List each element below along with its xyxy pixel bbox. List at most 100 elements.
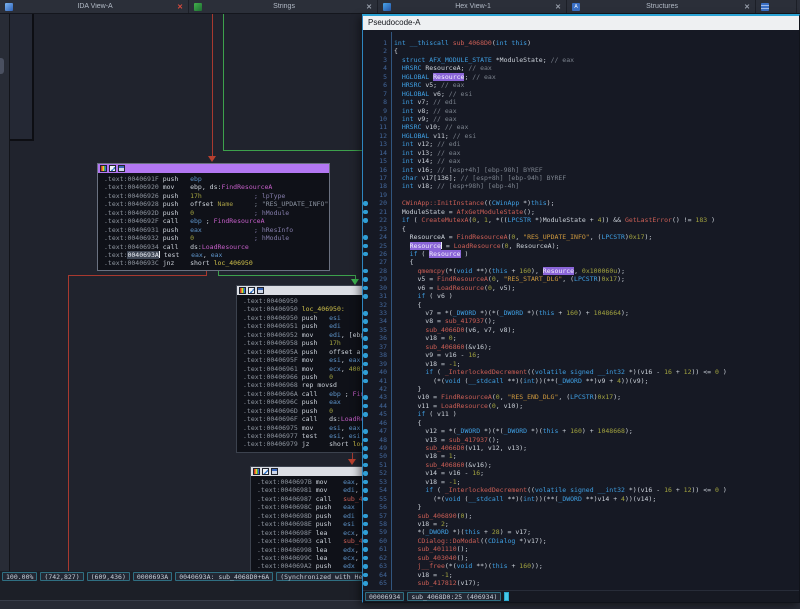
- pseudocode-line[interactable]: 11 HRSRC v10; // eax: [363, 123, 799, 131]
- pseudocode-line[interactable]: 6 HRSRC v5; // eax: [363, 81, 799, 89]
- asm-line[interactable]: .text:00406926 push 17h; lpType: [104, 192, 329, 200]
- pseudocode-line[interactable]: 17 char v17[136]; // [esp+8h] [ebp-94h] …: [363, 174, 799, 182]
- node-color-icon[interactable]: [100, 165, 107, 172]
- pseudocode-line[interactable]: 22 if ( CreateMutexA(0, 1, *((LPCSTR *)M…: [363, 216, 799, 224]
- close-icon[interactable]: ✕: [744, 3, 750, 11]
- node-edit-icon[interactable]: [248, 287, 255, 294]
- pseudocode-line[interactable]: 1int __thiscall sub_4068D0(int this): [363, 39, 799, 47]
- pseudocode-line[interactable]: 28 qmemcpy(*(void **)(this + 160), Resou…: [363, 267, 799, 275]
- pseudocode-line[interactable]: 30 v6 = LoadResource(0, v5);: [363, 284, 799, 292]
- node-window-icon[interactable]: [271, 468, 278, 475]
- pseudocode-line[interactable]: 10 int v9; // eax: [363, 115, 799, 123]
- tab-structures[interactable]: AStructures✕: [567, 0, 756, 13]
- pseudocode-line[interactable]: 37 sub_406860(&v16);: [363, 343, 799, 351]
- tab-strings[interactable]: Strings✕: [189, 0, 378, 13]
- pseudocode-line[interactable]: 31 if ( v6 ): [363, 292, 799, 300]
- close-icon[interactable]: ✕: [177, 3, 183, 11]
- pseudocode-line[interactable]: 14 int v13; // eax: [363, 149, 799, 157]
- pseudocode-line[interactable]: 57 sub_406890(0);: [363, 512, 799, 520]
- tab-ida-view-a[interactable]: IDA View-A✕: [0, 0, 189, 13]
- pseudocode-line[interactable]: 33 v7 = *(_DWORD *)(*(_DWORD *)(this + 1…: [363, 309, 799, 317]
- pseudocode-line[interactable]: 53 v18 = -1;: [363, 478, 799, 486]
- line-number: 45: [369, 410, 387, 418]
- pseudocode-line[interactable]: 24 ResourceA = FindResourceA(0, "RES_UPD…: [363, 233, 799, 241]
- pseudocode-line[interactable]: 46 {: [363, 419, 799, 427]
- pseudocode-line[interactable]: 18 int v18; // [esp+98h] [ebp-4h]: [363, 182, 799, 190]
- node-window-icon[interactable]: [257, 287, 264, 294]
- close-icon[interactable]: ✕: [555, 3, 561, 11]
- pseudocode-line[interactable]: 41 (*(void (__stdcall **)(int))(**(_DWOR…: [363, 377, 799, 385]
- pseudocode-line[interactable]: 19: [363, 191, 799, 199]
- pseudocode-line[interactable]: 47 v12 = *(_DWORD *)(*(_DWORD *)(this + …: [363, 427, 799, 435]
- pseudocode-line[interactable]: 38 v9 = v16 - 16;: [363, 351, 799, 359]
- pseudocode-line[interactable]: 5 HGLOBAL Resource; // eax: [363, 73, 799, 81]
- pseudocode-line[interactable]: 34 v8 = sub_417937();: [363, 317, 799, 325]
- pseudocode-line[interactable]: 50 v18 = 1;: [363, 452, 799, 460]
- pseudocode-line[interactable]: 59 *(_DWORD *)(this + 28) = v17;: [363, 528, 799, 536]
- pseudocode-line[interactable]: 56 }: [363, 503, 799, 511]
- pseudocode-line[interactable]: 43 v10 = FindResourceA(0, "RES_END_DLG",…: [363, 393, 799, 401]
- pseudocode-line[interactable]: 8 int v7; // edi: [363, 98, 799, 106]
- node-edit-icon[interactable]: [109, 165, 116, 172]
- panel-grip-handle[interactable]: [0, 58, 4, 74]
- pseudocode-title[interactable]: Pseudocode-A: [363, 16, 799, 30]
- pseudocode-line[interactable]: 60 CDialog::DoModal((CDialog *)v17);: [363, 537, 799, 545]
- node-color-icon[interactable]: [253, 468, 260, 475]
- pseudocode-line[interactable]: 3 struct AFX_MODULE_STATE *ModuleState; …: [363, 56, 799, 64]
- node-window-icon[interactable]: [118, 165, 125, 172]
- pseudocode-line[interactable]: 61 sub_401110();: [363, 545, 799, 553]
- asm-line[interactable]: .text:00406928 push offset Name; "RES_UP…: [104, 200, 329, 208]
- pseudocode-line[interactable]: 25 Resource = LoadResource(0, ResourceA)…: [363, 242, 799, 250]
- pseudocode-line[interactable]: 48 v13 = sub_417937();: [363, 436, 799, 444]
- pseudocode-line[interactable]: 9 int v8; // eax: [363, 107, 799, 115]
- pseudocode-line[interactable]: 39 v18 = -1;: [363, 360, 799, 368]
- asm-line[interactable]: .text:0040693C jnz short loc_406950: [104, 259, 329, 267]
- pseudocode-line[interactable]: 35 sub_4066D0(v6, v7, v8);: [363, 326, 799, 334]
- pseudocode-line[interactable]: 23 {: [363, 225, 799, 233]
- pseudocode-line[interactable]: 42 }: [363, 385, 799, 393]
- asm-line[interactable]: .text:0040691F push ebp: [104, 175, 329, 183]
- asm-line[interactable]: .text:00406920 mov ebp, ds:FindResourceA: [104, 183, 329, 191]
- asm-line[interactable]: .text:0040692D push 0; hModule: [104, 209, 329, 217]
- pseudocode-line[interactable]: 44 v11 = LoadResource(0, v10);: [363, 402, 799, 410]
- pseudocode-line[interactable]: 21 ModuleState = AfxGetModuleState();: [363, 208, 799, 216]
- pseudocode-line[interactable]: 29 v5 = FindResourceA(0, "RES_START_DLG"…: [363, 275, 799, 283]
- pseudocode-line[interactable]: 62 sub_403040();: [363, 554, 799, 562]
- pseudocode-line[interactable]: 15 int v14; // eax: [363, 157, 799, 165]
- node-edit-icon[interactable]: [262, 468, 269, 475]
- close-icon[interactable]: ✕: [366, 3, 372, 11]
- asm-line[interactable]: .text:0040692F call ebp ; FindResourceA: [104, 217, 329, 225]
- tab-partial[interactable]: [756, 0, 797, 13]
- pseudocode-line[interactable]: 54 if ( _InterlockedDecrement((volatile …: [363, 486, 799, 494]
- pseudocode-line[interactable]: 27 {: [363, 258, 799, 266]
- pseudocode-line[interactable]: 58 v18 = 2;: [363, 520, 799, 528]
- pseudocode-line[interactable]: 2{: [363, 47, 799, 55]
- pseudocode-line[interactable]: 36 v18 = 0;: [363, 334, 799, 342]
- asm-line[interactable]: .text:00406934 call ds:LoadResource: [104, 243, 329, 251]
- pseudocode-line[interactable]: 49 sub_4066D0(v11, v12, v13);: [363, 444, 799, 452]
- pseudocode-line[interactable]: 20 CWinApp::InitInstance((CWinApp *)this…: [363, 199, 799, 207]
- node-color-icon[interactable]: [239, 287, 246, 294]
- pseudocode-line[interactable]: 52 v14 = v16 - 16;: [363, 469, 799, 477]
- pseudocode-body[interactable]: 1int __thiscall sub_4068D0(int this)2{3 …: [363, 32, 799, 591]
- basic-block-40691F[interactable]: .text:0040691F push ebp.text:00406920 mo…: [97, 163, 330, 271]
- asm-line[interactable]: .text:00406931 push eax; hResInfo: [104, 226, 329, 234]
- pseudocode-line[interactable]: 45 if ( v11 ): [363, 410, 799, 418]
- pseudocode-line[interactable]: 32 {: [363, 301, 799, 309]
- pseudocode-line[interactable]: 51 sub_406860(&v16);: [363, 461, 799, 469]
- pseudocode-line[interactable]: 55 (*(void (__stdcall **)(int))(**(_DWOR…: [363, 495, 799, 503]
- pseudocode-line[interactable]: 7 HGLOBAL v6; // esi: [363, 90, 799, 98]
- pseudocode-line[interactable]: 4 HRSRC ResourceA; // eax: [363, 64, 799, 72]
- pseudocode-line[interactable]: 13 int v12; // edi: [363, 140, 799, 148]
- block-title-bar[interactable]: [98, 164, 329, 173]
- tab-hex-view-1[interactable]: Hex View-1✕: [378, 0, 567, 13]
- pseudocode-line[interactable]: 16 int v16; // [esp+4h] [ebp-98h] BYREF: [363, 166, 799, 174]
- pseudocode-line[interactable]: 65 sub_417812(v17);: [363, 579, 799, 587]
- asm-line[interactable]: .text:00406932 push 0; hModule: [104, 234, 329, 242]
- pseudocode-line[interactable]: 64 v18 = -1;: [363, 571, 799, 579]
- pseudocode-line[interactable]: 63 j__free(*(void **)(this + 160));: [363, 562, 799, 570]
- asm-line[interactable]: .text:0040693A test eax, eax: [104, 251, 329, 259]
- pseudocode-line[interactable]: 26 if ( Resource ): [363, 250, 799, 258]
- pseudocode-line[interactable]: 12 HGLOBAL v11; // esi: [363, 132, 799, 140]
- pseudocode-line[interactable]: 40 if ( _InterlockedDecrement((volatile …: [363, 368, 799, 376]
